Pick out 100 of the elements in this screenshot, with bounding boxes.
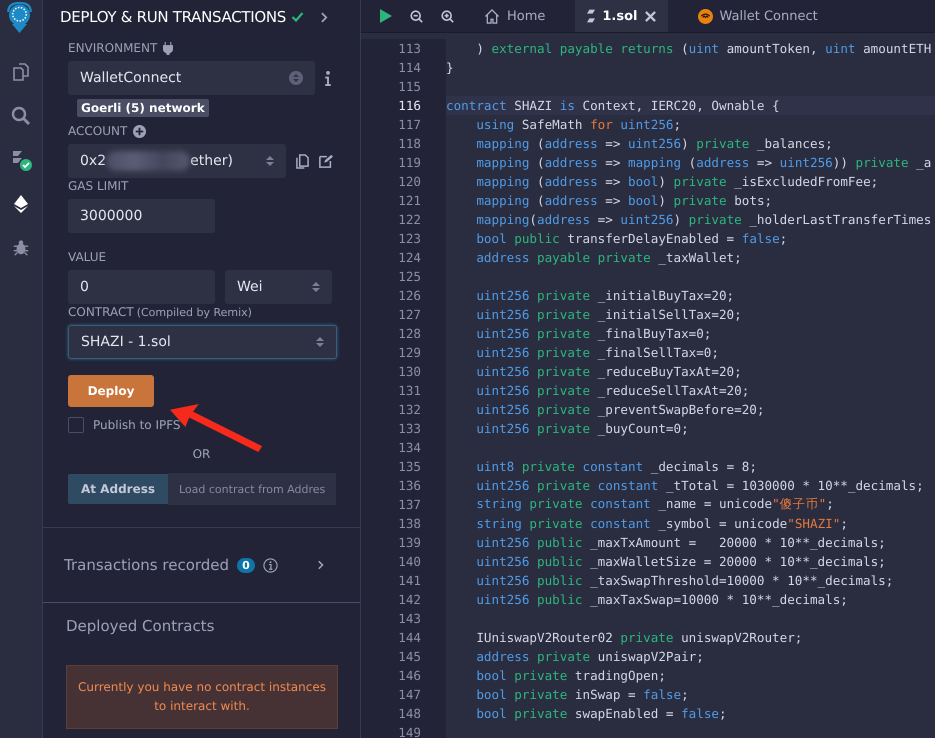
code-line: bool private swapEnabled = false; (475, 706, 727, 721)
line-number: 122 (361, 210, 446, 229)
line-number: 117 (361, 115, 446, 134)
line-number: 135 (361, 457, 446, 476)
plus-icon[interactable] (133, 124, 146, 138)
copy-icon[interactable] (296, 154, 309, 168)
section-title[interactable]: Transactions recorded (64, 556, 230, 574)
editor-tab[interactable]: 1.sol (575, 0, 668, 32)
line-number: 144 (361, 628, 446, 647)
line-number: 121 (361, 191, 446, 210)
contract-select[interactable]: SHAZI - 1.sol (68, 325, 337, 359)
line-number: 131 (361, 381, 446, 400)
edit-icon[interactable] (319, 154, 333, 168)
line-number: 120 (361, 172, 446, 191)
ethereum-icon (11, 194, 31, 214)
code-line: uint256 private constant _tTotal = 1030000 * 10**_decimals; (475, 478, 924, 493)
section-title: Deployed Contracts (66, 617, 214, 635)
line-number: 130 (361, 362, 446, 381)
code-line: bool private tradingOpen; (475, 668, 666, 683)
line-number: 136 (361, 476, 446, 495)
address-field[interactable]: Load contract from Addres (168, 473, 336, 505)
code-line: uint256 public _maxTaxSwap=10000 * 10**_decimals; (475, 592, 848, 607)
code-line: string private constant _name = unicode"傻子币"; (475, 496, 834, 513)
code-line: uint256 private _initialSellTax=20; (475, 307, 742, 322)
field-label: ACCOUNT (68, 124, 128, 138)
checkbox-label: Publish to IPFS (93, 418, 181, 432)
code-line: ) external payable returns (uint amountToken, uint amountETH (475, 41, 932, 56)
line-number: 119 (361, 153, 446, 172)
code-line: uint256 private _reduceBuyTaxAt=20; (475, 364, 742, 379)
field-label: VALUE (68, 250, 106, 264)
unit-select[interactable]: Wei (225, 270, 332, 304)
code-line: uint256 private _initialBuyTax=20; (475, 288, 734, 303)
gas-limit-field[interactable]: 3000000 (68, 199, 215, 233)
field-note: (Compiled by Remix) (136, 306, 252, 318)
line-number: 132 (361, 400, 446, 419)
or-divider-text: OR (192, 447, 210, 461)
line-number: 115 (361, 77, 446, 96)
panel-title: DEPLOY & RUN TRANSACTIONS (60, 8, 286, 26)
close-icon[interactable] (644, 10, 656, 22)
line-number: 133 (361, 419, 446, 438)
line-number: 125 (361, 267, 446, 286)
line-number: 145 (361, 647, 446, 666)
code-line: uint256 public _maxTxAmount = 20000 * 10**_decimals; (475, 535, 886, 550)
at-address-button[interactable]: At Address (68, 474, 168, 504)
line-number: 123 (361, 229, 446, 248)
info-icon[interactable] (262, 558, 278, 572)
line-number: 127 (361, 305, 446, 324)
environment-select[interactable]: WalletConnect (68, 61, 315, 95)
field-label: GAS LIMIT (68, 179, 128, 193)
value-field[interactable]: 0 (68, 270, 215, 304)
code-line: mapping (address => bool) private bots; (475, 193, 772, 208)
code-line: address private uniswapV2Pair; (475, 649, 704, 664)
code-line: bool private inSwap = false; (475, 687, 689, 702)
editor-tab[interactable]: Wallet Connect (686, 0, 830, 32)
zoom-in-icon[interactable] (441, 10, 454, 22)
empty-message: Currently you have no contract instances to interact with. (66, 665, 338, 729)
field-label: CONTRACT (68, 305, 134, 319)
code-line: } (446, 60, 454, 75)
updown-icon (312, 280, 320, 294)
code-line: uint256 private _finalSellTax=0; (475, 345, 719, 360)
network-badge: Goerli (5) network (77, 99, 209, 117)
code-line: using SafeMath for uint256; (475, 117, 682, 132)
code-line: uint256 private _finalBuyTax=0; (475, 326, 712, 341)
updown-icon (316, 335, 324, 349)
code-line: uint256 private _buyCount=0; (475, 421, 689, 436)
checkbox[interactable] (68, 417, 84, 433)
info-icon[interactable] (325, 70, 331, 86)
code-line: contract SHAZI is Context, IERC20, Ownable { (446, 98, 780, 113)
line-number: 137 (361, 495, 446, 514)
chevron-right-icon[interactable] (318, 560, 324, 570)
line-number: 149 (361, 723, 446, 738)
code-line: mapping (address => bool) private _isExcludedFromFee; (475, 174, 878, 189)
code-line: uint256 public _maxWalletSize = 20000 * 10**_decimals; (475, 554, 886, 569)
wallet-connect-icon (698, 8, 712, 24)
code-line: address payable private _taxWallet; (475, 250, 742, 265)
bug-icon (12, 239, 30, 257)
code-line: mapping(address => uint256) private _holderLastTransferTimes (475, 212, 932, 227)
code-line: mapping (address => uint256) private _balances; (475, 136, 833, 151)
line-number: 140 (361, 552, 446, 571)
solidity-icon (587, 9, 596, 23)
plug-icon (163, 42, 174, 54)
files-icon (11, 62, 31, 82)
line-number: 118 (361, 134, 446, 153)
line-number: 141 (361, 571, 446, 590)
code-line: string private constant _symbol = unicode"SHAZI"; (475, 516, 848, 531)
account-select[interactable]: 0x2 ether) (68, 144, 286, 178)
editor-tab[interactable]: Home (472, 0, 558, 32)
zoom-out-icon[interactable] (410, 10, 423, 22)
line-number: 134 (361, 438, 446, 457)
line-number: 126 (361, 286, 446, 305)
line-number: 143 (361, 609, 446, 628)
chevron-right-icon[interactable] (321, 12, 328, 22)
line-number: 113 (361, 39, 446, 58)
search-icon (11, 106, 31, 126)
line-number: 116 (361, 96, 446, 115)
line-number: 146 (361, 666, 446, 685)
field-label: ENVIRONMENT (68, 41, 158, 55)
line-number: 148 (361, 704, 446, 723)
count-badge: 0 (237, 558, 255, 572)
run-icon[interactable] (380, 9, 392, 23)
